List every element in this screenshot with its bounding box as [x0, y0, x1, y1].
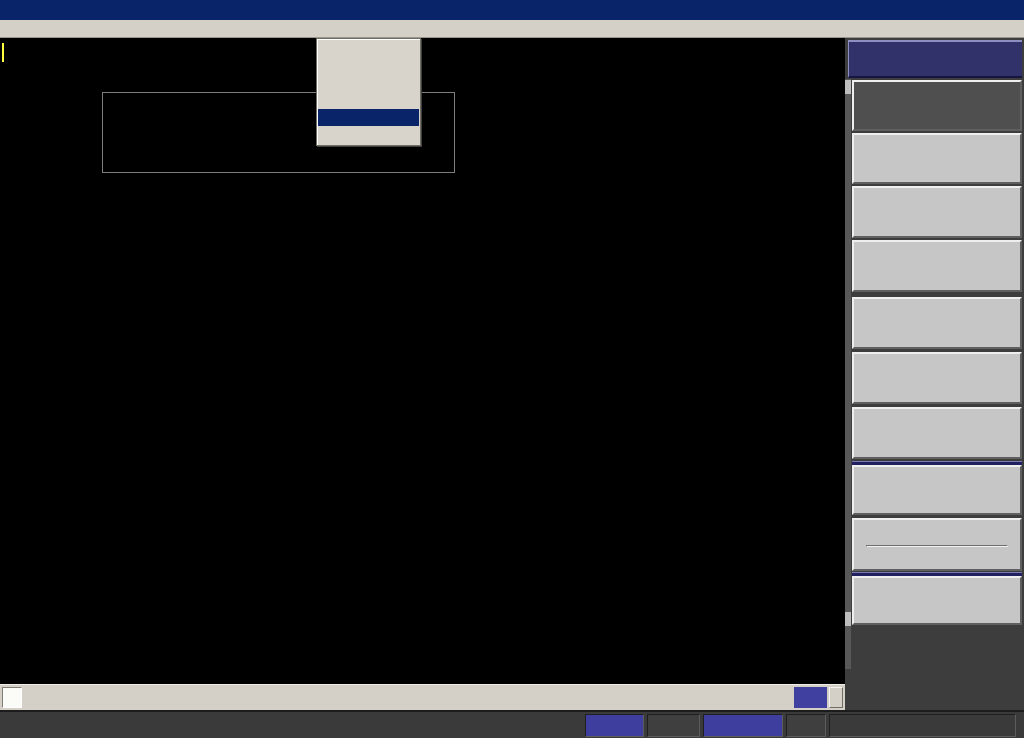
softkey-more-markers[interactable] — [852, 297, 1022, 349]
menu-mkr-analysis[interactable] — [226, 21, 234, 37]
scroll-down-handle[interactable] — [845, 612, 851, 626]
softkey-sidebar — [845, 38, 1024, 710]
menu-item-system[interactable] — [318, 109, 419, 126]
svc-status-badge — [786, 714, 826, 737]
trace1-info[interactable] — [2, 45, 4, 60]
instrument-screen — [0, 0, 1024, 738]
softkey-scrollbar[interactable] — [845, 79, 851, 669]
datetime-display — [829, 714, 1016, 737]
menu-bar — [0, 20, 1024, 38]
softkey-marker-4[interactable] — [852, 240, 1022, 292]
menu-active-ch-trace[interactable] — [4, 21, 12, 37]
softkey-marker-to-ref-marker[interactable] — [852, 465, 1022, 515]
menu-item-preset[interactable] — [318, 126, 419, 143]
softkey-return[interactable] — [852, 576, 1022, 625]
warning-badge[interactable] — [829, 687, 843, 708]
channel-number — [2, 687, 22, 708]
meas-status-badge — [585, 714, 644, 737]
extref-status-badge — [703, 714, 783, 737]
stop-status-badge — [647, 714, 700, 737]
channel-bar — [0, 684, 845, 710]
menu-item-macro-break[interactable] — [318, 75, 419, 92]
menu-response[interactable] — [100, 21, 108, 37]
softkey-marker-2[interactable] — [852, 133, 1022, 184]
instr-state-dropdown — [316, 38, 421, 146]
menu-stimulus[interactable] — [167, 21, 175, 37]
calibration-status-badge — [794, 687, 827, 708]
softkey-clear-marker-menu[interactable] — [852, 407, 1022, 459]
menu-item-macro-run[interactable] — [318, 58, 419, 75]
softkey-ref-marker-mode[interactable] — [852, 518, 1022, 571]
status-bar — [0, 710, 1024, 738]
ref-marker-mode-value — [866, 545, 1008, 547]
menu-item-macro-setup[interactable] — [318, 41, 419, 58]
marker-row-4 — [103, 144, 454, 160]
menu-instr-state[interactable] — [306, 21, 314, 37]
softkey-ref-marker[interactable] — [852, 352, 1022, 404]
menu-item-save-recall[interactable] — [318, 92, 419, 109]
title-bar — [0, 0, 1024, 20]
softkey-marker-3[interactable] — [852, 186, 1022, 238]
trace1-name — [2, 43, 4, 62]
softkey-menu-title — [848, 40, 1022, 78]
softkey-marker-1[interactable] — [852, 80, 1022, 131]
scroll-up-handle[interactable] — [845, 80, 851, 94]
